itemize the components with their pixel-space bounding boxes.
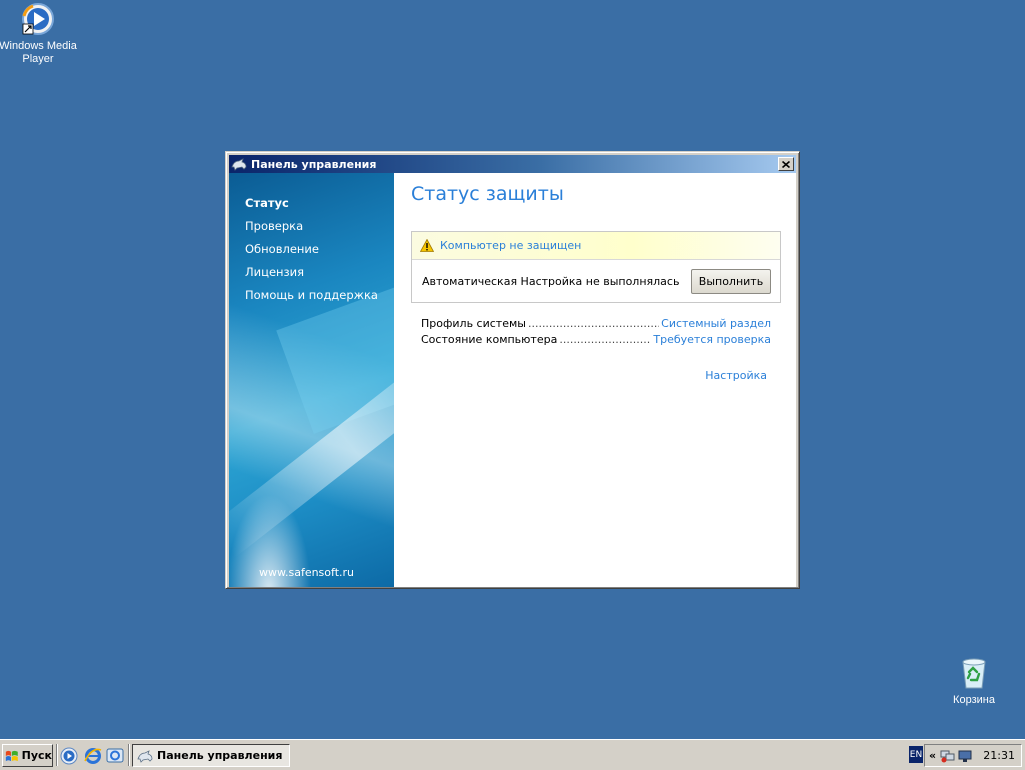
control-panel-window: Панель управления Статус Проверка Обновл… xyxy=(225,151,800,589)
system-tray: « 21:31 xyxy=(924,744,1022,767)
start-button[interactable]: Пуск xyxy=(2,744,53,767)
warning-icon xyxy=(420,239,434,252)
info-label: Состояние компьютера xyxy=(421,333,558,346)
dot-leader: ........................................… xyxy=(559,333,652,346)
windows-media-player-icon xyxy=(22,3,54,35)
desktop-icon-windows-media-player[interactable]: Windows Media Player xyxy=(0,2,78,66)
clock: 21:31 xyxy=(983,749,1015,762)
system-info: Профиль системы ........................… xyxy=(421,317,771,349)
info-value-link[interactable]: Требуется проверка xyxy=(653,333,771,346)
sidebar-item-license[interactable]: Лицензия xyxy=(245,265,378,288)
close-icon xyxy=(782,160,790,168)
sidebar-item-scan[interactable]: Проверка xyxy=(245,219,378,242)
taskbar-window-label: Панель управления xyxy=(157,749,283,762)
alert-status-text: Компьютер не защищен xyxy=(440,239,582,252)
close-button[interactable] xyxy=(778,157,794,171)
website-link[interactable]: www.safensoft.ru xyxy=(259,566,354,579)
show-desktop-icon[interactable] xyxy=(106,747,124,765)
alert-message: Автоматическая Настройка не выполнялась xyxy=(422,274,680,288)
info-value-link[interactable]: Системный раздел xyxy=(661,317,771,330)
sidebar: Статус Проверка Обновление Лицензия Помо… xyxy=(229,173,394,587)
sidebar-item-status[interactable]: Статус xyxy=(245,196,378,219)
sidebar-item-update[interactable]: Обновление xyxy=(245,242,378,265)
main-panel: Статус защиты Компьютер не защищен Автом… xyxy=(394,173,796,587)
window-title: Панель управления xyxy=(251,157,377,171)
info-row-computer-state: Состояние компьютера ...................… xyxy=(421,333,771,349)
run-button[interactable]: Выполнить xyxy=(691,269,771,294)
desktop-icon-recycle-bin[interactable]: Корзина xyxy=(934,656,1014,707)
recycle-bin-icon xyxy=(962,658,986,689)
protection-alert: Компьютер не защищен Автоматическая Наст… xyxy=(411,231,781,303)
start-label: Пуск xyxy=(21,749,52,762)
taskbar: Пуск Панель управления « 21:31 xyxy=(0,739,1025,770)
media-player-quicklaunch-icon[interactable] xyxy=(60,747,78,765)
rhino-app-icon xyxy=(137,749,153,763)
internet-explorer-icon[interactable] xyxy=(84,747,102,765)
desktop-icon-label: Корзина xyxy=(953,694,995,706)
info-label: Профиль системы xyxy=(421,317,526,330)
expand-tray-icon[interactable]: « xyxy=(929,749,936,762)
taskbar-window-button[interactable]: Панель управления xyxy=(132,744,290,767)
sidebar-item-help[interactable]: Помощь и поддержка xyxy=(245,288,378,311)
network-icon[interactable] xyxy=(940,749,956,763)
taskbar-separator xyxy=(56,744,58,766)
taskbar-separator xyxy=(128,744,130,766)
settings-link[interactable]: Настройка xyxy=(705,369,767,382)
page-title: Статус защиты xyxy=(411,183,564,205)
window-titlebar[interactable]: Панель управления xyxy=(229,155,796,173)
desktop-icon-label: Windows Media Player xyxy=(0,40,77,65)
dot-leader: ........................................… xyxy=(527,317,659,330)
windows-flag-icon xyxy=(5,750,18,761)
sidebar-nav: Статус Проверка Обновление Лицензия Помо… xyxy=(245,196,378,311)
language-indicator[interactable]: EN xyxy=(909,746,923,763)
rhino-app-icon xyxy=(231,158,247,171)
monitor-icon[interactable] xyxy=(958,749,972,763)
info-row-profile: Профиль системы ........................… xyxy=(421,317,771,333)
alert-header: Компьютер не защищен xyxy=(412,232,780,260)
window-content: Статус Проверка Обновление Лицензия Помо… xyxy=(229,173,796,587)
